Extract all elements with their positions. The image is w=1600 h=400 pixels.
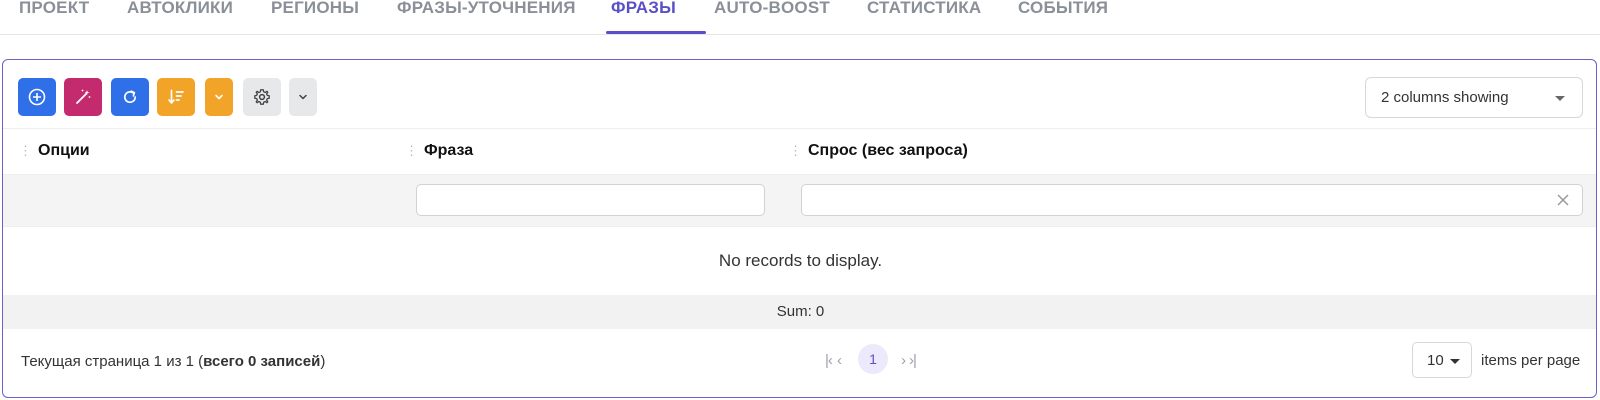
column-header-label: Спрос (вес запроса) [808,142,968,159]
add-button[interactable] [18,78,56,116]
column-header-phrase[interactable]: ⋮ Фраза [405,142,473,160]
drag-handle-icon[interactable]: ⋮ [19,143,32,159]
sort-options-dropdown[interactable] [205,78,233,116]
empty-message: No records to display. [718,251,883,270]
refresh-button[interactable] [111,78,149,116]
tab-auto-boost[interactable]: AUTO-BOOST [714,0,830,34]
caret-down-icon [1555,96,1565,101]
items-per-page-label: items per page [1481,352,1581,369]
column-header-demand[interactable]: ⋮ Спрос (вес запроса) [789,142,968,160]
prev-page-button[interactable]: ‹ [837,352,842,369]
magic-wand-button[interactable] [64,78,102,116]
table-header: ⋮ Опции ⋮ Фраза ⋮ Спрос (вес запроса) [3,128,1596,175]
caret-down-icon [1450,359,1460,364]
total-records: всего 0 записей [203,353,321,370]
columns-visibility-select[interactable]: 2 columns showing [1365,77,1583,118]
first-page-button[interactable]: |‹ [825,352,833,369]
table-footer: Текущая страница 1 из 1 (всего 0 записей… [3,329,1596,397]
page-info-suffix: ) [320,353,326,370]
settings-button[interactable] [243,78,281,116]
sort-button[interactable] [157,78,195,116]
drag-handle-icon[interactable]: ⋮ [405,143,418,159]
tab-project[interactable]: ПРОЕКТ [19,0,89,34]
page-info-prefix: Текущая страница 1 из 1 ( [21,353,204,370]
next-page-button[interactable]: › [901,352,906,369]
tab-autoclicks[interactable]: АВТОКЛИКИ [127,0,233,34]
tab-phrase-refinements[interactable]: ФРАЗЫ-УТОЧНЕНИЯ [397,0,576,34]
sum-row: Sum: 0 [3,295,1596,329]
columns-select-value: 2 columns showing [1381,89,1509,106]
column-header-options[interactable]: ⋮ Опции [19,142,90,160]
gear-icon [254,89,270,105]
magic-wand-icon [76,89,91,104]
page-info: Текущая страница 1 из 1 (всего 0 записей… [21,353,325,370]
demand-filter-input[interactable] [801,184,1583,216]
tab-bar: ПРОЕКТ АВТОКЛИКИ РЕГИОНЫ ФРАЗЫ-УТОЧНЕНИЯ… [0,0,1600,35]
tab-regions[interactable]: РЕГИОНЫ [271,0,359,34]
settings-dropdown[interactable] [289,78,317,116]
close-icon[interactable] [1553,190,1573,210]
phrase-filter-input[interactable] [416,184,765,216]
items-per-page-select[interactable]: 10 [1412,342,1472,378]
items-per-page-value: 10 [1427,351,1444,369]
chevron-down-icon [299,94,307,100]
last-page-button[interactable]: ›| [909,352,917,369]
column-header-label: Фраза [424,142,474,159]
active-tab-indicator [606,31,706,34]
filter-row [3,175,1596,227]
tab-statistics[interactable]: СТАТИСТИКА [867,0,981,34]
drag-handle-icon[interactable]: ⋮ [789,143,802,159]
tab-phrases[interactable]: ФРАЗЫ [611,0,676,34]
refresh-icon [123,90,137,104]
chevron-down-icon [215,94,223,100]
table-panel: 2 columns showing ⋮ Опции ⋮ Фраза ⋮ Спро… [2,59,1597,398]
page-button-current[interactable]: 1 [858,344,888,374]
column-header-label: Опции [38,142,90,159]
tab-events[interactable]: СОБЫТИЯ [1018,0,1108,34]
plus-circle-icon [28,88,46,106]
sort-icon [168,89,184,104]
